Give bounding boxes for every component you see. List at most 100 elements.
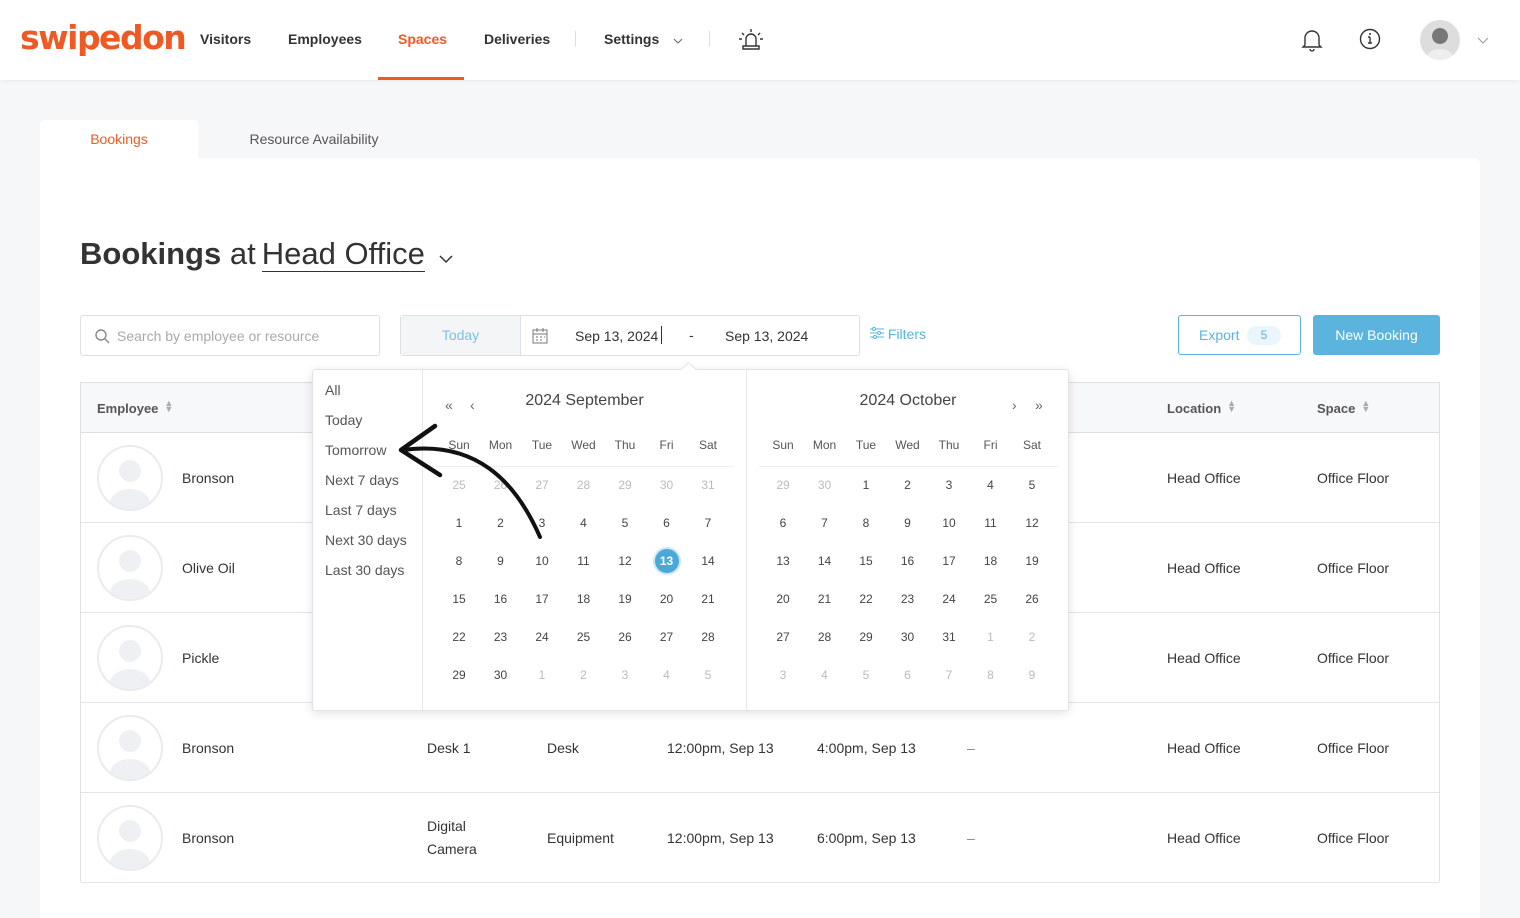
calendar-day[interactable]: 26	[1020, 587, 1044, 611]
calendar-day[interactable]: 27	[655, 625, 679, 649]
calendar-day[interactable]: 3	[771, 663, 795, 687]
calendar-day[interactable]: 31	[937, 625, 961, 649]
calendar-day[interactable]: 11	[572, 549, 596, 573]
preset-option[interactable]: All	[325, 382, 341, 398]
calendar-day[interactable]: 12	[1020, 511, 1044, 535]
preset-option[interactable]: Last 30 days	[325, 562, 404, 578]
calendar-day[interactable]: 13	[771, 549, 795, 573]
calendar-day[interactable]: 27	[771, 625, 795, 649]
calendar-day[interactable]: 22	[447, 625, 471, 649]
calendar-day[interactable]: 31	[696, 473, 720, 497]
calendar-day[interactable]: 8	[979, 663, 1003, 687]
tab-bookings[interactable]: Bookings	[40, 120, 198, 158]
next-month-button[interactable]: ›	[1012, 397, 1017, 413]
calendar-day[interactable]: 2	[572, 663, 596, 687]
calendar-day[interactable]: 29	[771, 473, 795, 497]
calendar-day[interactable]: 25	[979, 587, 1003, 611]
export-button[interactable]: Export 5	[1178, 315, 1301, 355]
calendar-day[interactable]: 14	[813, 549, 837, 573]
calendar-day[interactable]: 5	[696, 663, 720, 687]
calendar-day[interactable]: 5	[613, 511, 637, 535]
calendar-day[interactable]: 6	[771, 511, 795, 535]
filters-button[interactable]: Filters	[870, 326, 926, 342]
next-year-button[interactable]: »	[1035, 397, 1043, 413]
calendar-day[interactable]: 17	[937, 549, 961, 573]
calendar-day[interactable]: 5	[854, 663, 878, 687]
calendar-day[interactable]: 9	[489, 549, 513, 573]
calendar-day[interactable]: 16	[489, 587, 513, 611]
today-button[interactable]: Today	[401, 316, 521, 355]
calendar-day[interactable]: 3	[937, 473, 961, 497]
calendar-day[interactable]: 18	[572, 587, 596, 611]
calendar-day[interactable]: 19	[613, 587, 637, 611]
calendar-day[interactable]: 30	[896, 625, 920, 649]
prev-year-button[interactable]: «	[445, 397, 453, 413]
table-row[interactable]: Bronson Desk 1 Desk 12:00pm, Sep 13 4:00pm, …	[81, 703, 1439, 793]
calendar-day[interactable]: 29	[447, 663, 471, 687]
calendar-day[interactable]: 21	[813, 587, 837, 611]
calendar-day[interactable]: 2	[1020, 625, 1044, 649]
calendar-day[interactable]: 21	[696, 587, 720, 611]
calendar-day[interactable]: 25	[572, 625, 596, 649]
calendar-day[interactable]: 4	[813, 663, 837, 687]
calendar-day[interactable]: 6	[896, 663, 920, 687]
calendar-day[interactable]: 30	[813, 473, 837, 497]
calendar-day[interactable]: 2	[896, 473, 920, 497]
calendar-day[interactable]: 18	[979, 549, 1003, 573]
calendar-day[interactable]: 20	[655, 587, 679, 611]
end-date-input[interactable]: Sep 13, 2024	[725, 328, 808, 344]
chevron-down-icon[interactable]	[439, 255, 454, 264]
calendar-day[interactable]: 1	[979, 625, 1003, 649]
calendar-day[interactable]: 4	[979, 473, 1003, 497]
calendar-day[interactable]: 9	[1020, 663, 1044, 687]
prev-month-button[interactable]: ‹	[470, 397, 475, 413]
calendar-day[interactable]: 23	[489, 625, 513, 649]
calendar-day[interactable]: 15	[854, 549, 878, 573]
calendar-day[interactable]: 24	[937, 587, 961, 611]
search-input[interactable]: Search by employee or resource	[80, 315, 380, 356]
nav-spaces[interactable]: Spaces	[398, 31, 447, 47]
calendar-day[interactable]: 8	[854, 511, 878, 535]
calendar-day[interactable]: 28	[696, 625, 720, 649]
calendar-day[interactable]: 8	[447, 549, 471, 573]
calendar-day[interactable]: 28	[813, 625, 837, 649]
calendar-day[interactable]: 19	[1020, 549, 1044, 573]
calendar-day[interactable]: 17	[530, 587, 554, 611]
info-icon[interactable]	[1359, 28, 1381, 50]
calendar-day[interactable]: 1	[530, 663, 554, 687]
new-booking-button[interactable]: New Booking	[1313, 315, 1440, 355]
nav-settings[interactable]: Settings	[604, 31, 683, 47]
logo[interactable]: swipedon	[20, 18, 187, 57]
calendar-day[interactable]: 6	[655, 511, 679, 535]
column-space[interactable]: Space ▲ ▼	[1317, 399, 1370, 417]
calendar-day[interactable]: 10	[937, 511, 961, 535]
column-employee[interactable]: Employee ▲ ▼	[97, 399, 173, 417]
bell-icon[interactable]	[1301, 28, 1323, 52]
alarm-icon[interactable]	[738, 28, 764, 50]
table-row[interactable]: Bronson Digital Camera Equipment 12:00pm, Se…	[81, 793, 1439, 883]
location-selector[interactable]: Head Office	[261, 236, 425, 272]
start-date-input[interactable]: Sep 13, 2024	[575, 328, 658, 344]
selected-day[interactable]: 13	[654, 549, 679, 573]
calendar-day[interactable]: 28	[572, 473, 596, 497]
calendar-day[interactable]: 3	[613, 663, 637, 687]
column-location[interactable]: Location ▲ ▼	[1167, 399, 1236, 417]
calendar-day[interactable]: 24	[530, 625, 554, 649]
calendar-day[interactable]: 4	[572, 511, 596, 535]
calendar-day[interactable]: 5	[1020, 473, 1044, 497]
nav-employees[interactable]: Employees	[288, 31, 362, 47]
calendar-day[interactable]: 9	[896, 511, 920, 535]
chevron-down-icon[interactable]	[1477, 37, 1489, 44]
calendar-day[interactable]: 20	[771, 587, 795, 611]
calendar-day[interactable]: 26	[613, 625, 637, 649]
calendar-day[interactable]: 12	[613, 549, 637, 573]
preset-option[interactable]: Next 7 days	[325, 472, 399, 488]
calendar-day[interactable]: 15	[447, 587, 471, 611]
date-range-picker[interactable]: Today Sep 13, 2024 - Sep 13, 2024	[400, 315, 860, 356]
calendar-day[interactable]: 11	[979, 511, 1003, 535]
calendar-day[interactable]: 29	[854, 625, 878, 649]
calendar-day[interactable]: 10	[530, 549, 554, 573]
preset-option[interactable]: Today	[325, 412, 362, 428]
calendar-day[interactable]: 4	[655, 663, 679, 687]
calendar-day[interactable]: 14	[696, 549, 720, 573]
